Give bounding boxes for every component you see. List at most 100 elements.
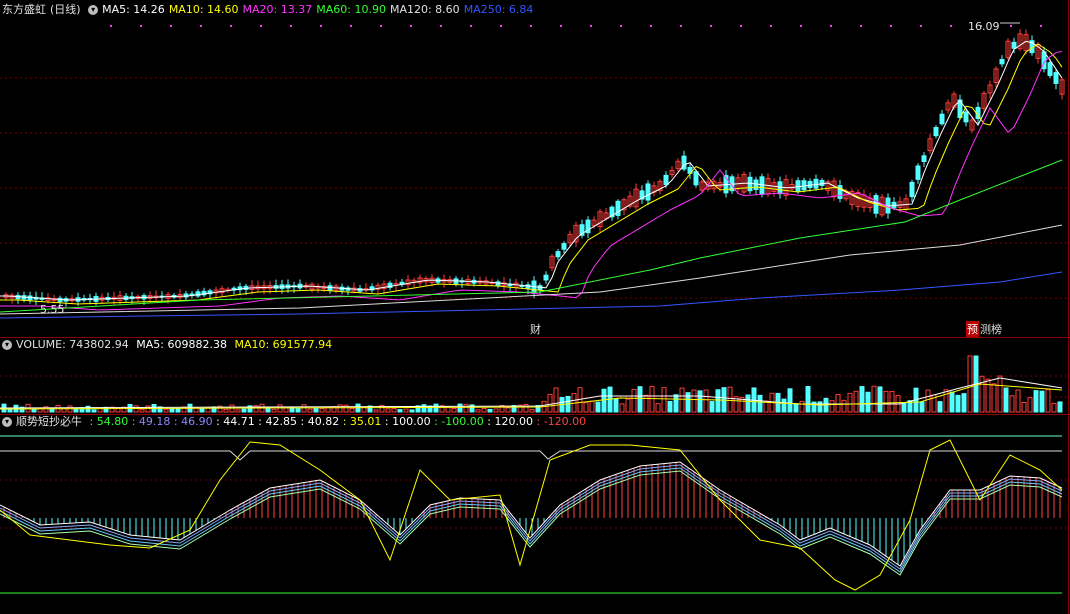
candle-body	[693, 171, 699, 186]
volume-bar	[961, 393, 967, 413]
volume-bar	[667, 400, 673, 413]
volume-bar	[877, 386, 883, 413]
candle-body	[939, 113, 945, 125]
candle-body	[915, 165, 921, 180]
signal-dot	[470, 25, 472, 27]
volume-bar	[757, 394, 763, 413]
indicator-value: : 49.18	[128, 415, 171, 428]
candle-body	[759, 176, 765, 195]
indicator-value: : 35.01	[339, 415, 382, 428]
candle-body	[777, 181, 783, 195]
volume-bar	[793, 403, 799, 413]
indicator-name: 顺势短抄必牛	[16, 415, 82, 428]
candle-body	[819, 180, 825, 186]
signal-dot	[110, 25, 112, 27]
volume-bar	[271, 408, 277, 413]
volume-bar	[313, 407, 319, 413]
volume-bar	[979, 375, 985, 413]
volume-bar	[1039, 390, 1045, 413]
volume-bar	[253, 405, 259, 413]
chevron-down-icon[interactable]: ▾	[2, 340, 12, 350]
volume-bar	[1051, 402, 1057, 413]
volume-bar	[1027, 397, 1033, 413]
ma-label: MA5: 14.26	[102, 3, 165, 16]
candle-body	[999, 58, 1005, 65]
indicator-value: : 44.71	[212, 415, 255, 428]
volume-bar	[829, 400, 835, 413]
volume-bar	[1003, 387, 1009, 413]
indicator-line	[0, 464, 1063, 570]
volume-bar	[7, 408, 13, 413]
signal-dot	[590, 25, 592, 27]
volume-ma5: MA5: 609882.38	[136, 338, 227, 351]
candle-body	[1053, 72, 1059, 84]
indicator-value: : 40.82	[297, 415, 340, 428]
volume-bar	[949, 391, 955, 413]
candle-body	[555, 251, 561, 258]
signal-dot	[440, 25, 442, 27]
volume-bar	[853, 390, 859, 413]
indicator-value: : 46.90	[170, 415, 213, 428]
volume-bar	[1015, 389, 1021, 413]
volume-bar	[661, 387, 667, 413]
volume-bar	[889, 390, 895, 413]
volume-bar	[223, 408, 229, 413]
volume-bar	[697, 390, 703, 413]
indicator-value: : 54.80	[86, 415, 129, 428]
chevron-down-icon[interactable]: ▾	[2, 417, 12, 427]
volume-bar	[295, 408, 301, 413]
indicator-step-line	[0, 450, 1062, 461]
volume-bar	[235, 409, 241, 413]
indicator-value: : -100.00	[430, 415, 484, 428]
signal-dot	[260, 25, 262, 27]
volume-bar	[937, 401, 943, 413]
ranking-marker[interactable]: 测榜	[980, 321, 1002, 337]
volume-bar	[241, 408, 247, 413]
volume-bar	[901, 402, 907, 413]
signal-dot	[920, 25, 922, 27]
volume-bar	[31, 408, 37, 413]
volume-bar	[655, 403, 661, 413]
candle-body	[921, 155, 927, 163]
ma-label: MA120: 8.60	[389, 3, 460, 16]
ma-list: MA5: 14.26 MA10: 14.60 MA20: 13.37 MA60: 10…	[102, 3, 537, 16]
volume-bar	[703, 389, 709, 413]
volume-bar	[1057, 401, 1063, 413]
right-border	[1068, 0, 1069, 614]
volume-bar	[943, 389, 949, 413]
signal-dot	[770, 25, 772, 27]
finance-marker[interactable]: 财	[530, 321, 541, 337]
candle-body	[963, 111, 969, 123]
volume-bar	[799, 400, 805, 413]
volume-bar	[391, 408, 397, 413]
forecast-marker[interactable]: 预	[966, 321, 979, 337]
volume-bar	[919, 401, 925, 413]
volume-bar	[745, 394, 751, 413]
candle-body	[813, 178, 819, 189]
candle-body	[753, 179, 759, 190]
indicator-line	[0, 467, 1063, 573]
volume-ma5	[0, 377, 1063, 409]
kline-chart[interactable]	[0, 0, 1070, 614]
signal-dot	[410, 25, 412, 27]
indicator-value: : 42.85	[254, 415, 298, 428]
volume-bar	[493, 408, 499, 413]
volume-bar	[883, 390, 889, 413]
chevron-down-icon[interactable]: ▾	[88, 5, 99, 15]
indicator-line	[0, 461, 1063, 567]
volume-bar	[781, 398, 787, 413]
volume-bar	[463, 403, 469, 413]
volume-bar	[175, 408, 181, 413]
volume-bar	[553, 387, 559, 413]
volume-ma10: MA10: 691577.94	[234, 338, 333, 351]
volume-bar	[319, 407, 325, 413]
signal-dot	[380, 25, 382, 27]
candle-body	[795, 180, 801, 192]
volume-bar	[595, 401, 601, 413]
volume-bar	[847, 392, 853, 413]
volume-bar	[505, 407, 511, 413]
volume-bar	[307, 408, 313, 413]
volume-bar	[997, 375, 1003, 413]
volume-bar	[925, 389, 931, 413]
ma-label: MA20: 13.37	[242, 3, 313, 16]
